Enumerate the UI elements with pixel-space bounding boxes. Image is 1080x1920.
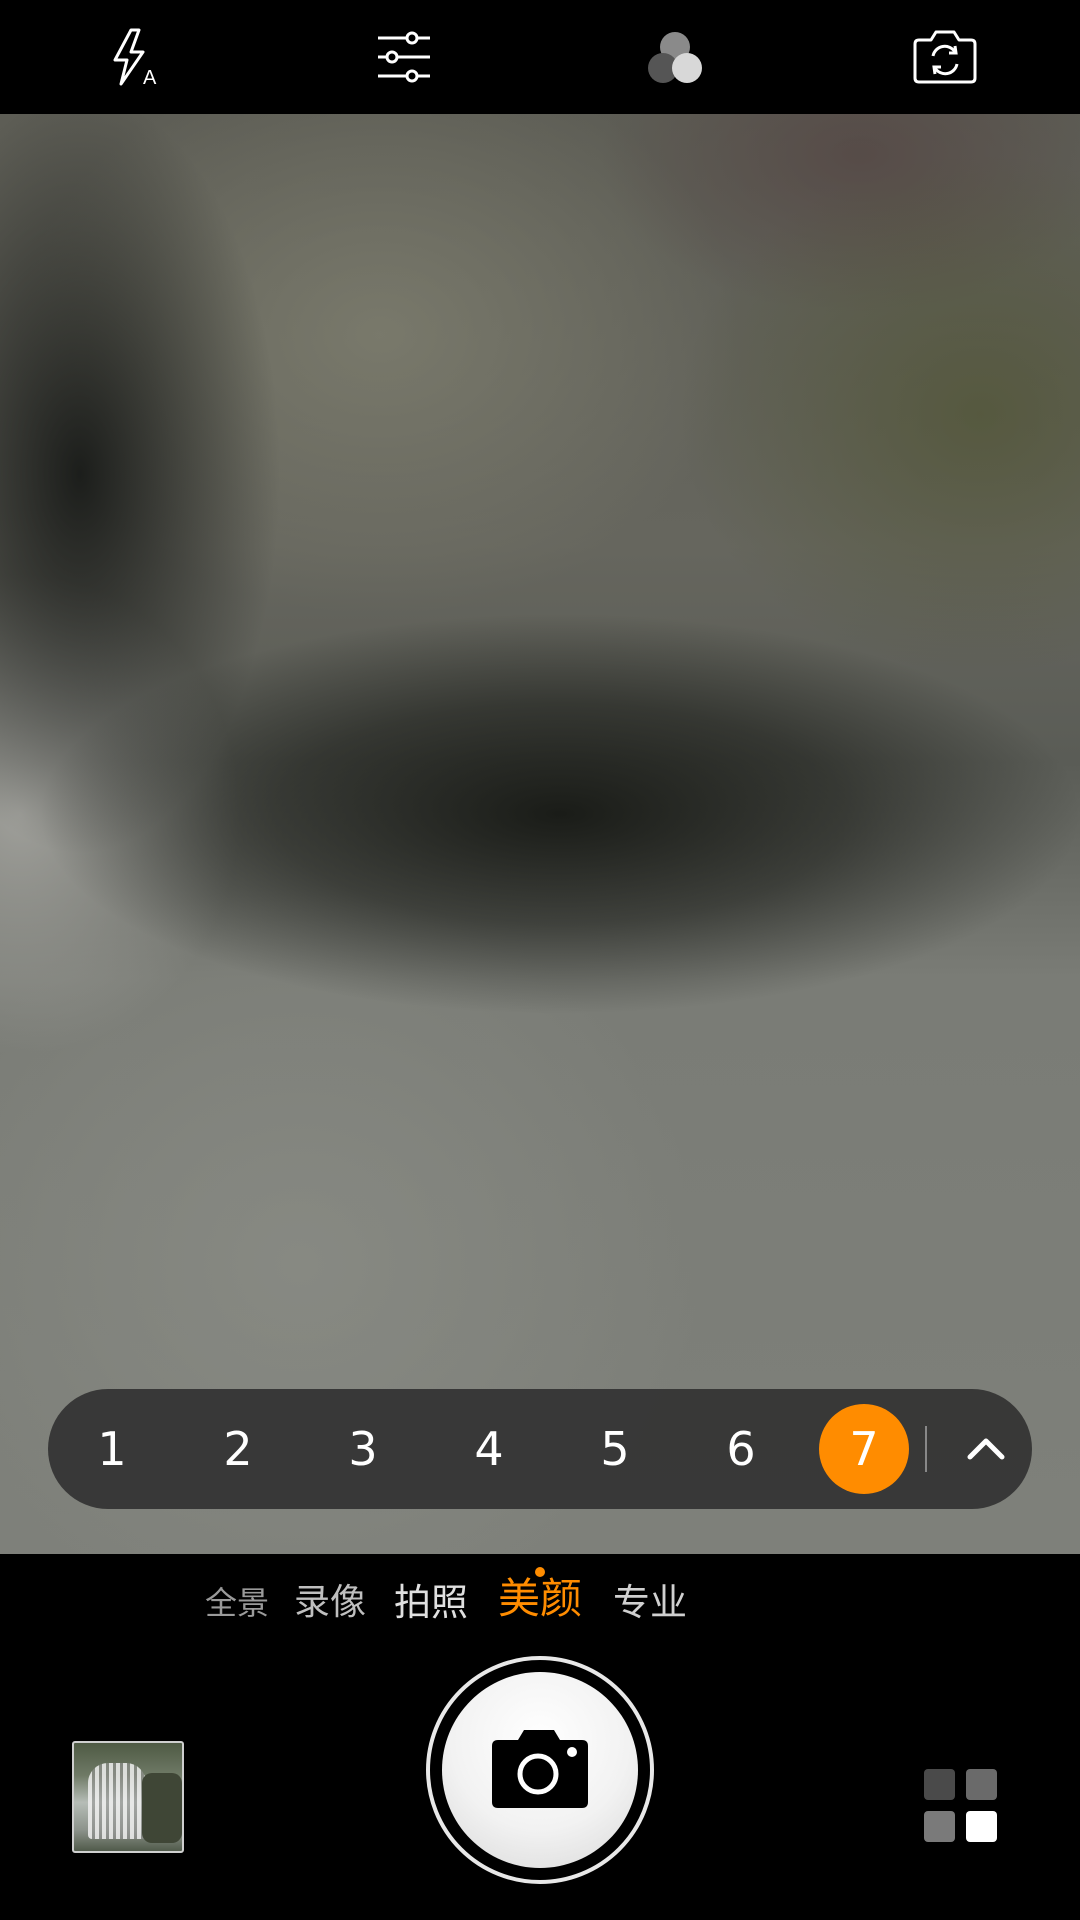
shutter-button[interactable] — [442, 1672, 638, 1868]
grid-icon-cell — [966, 1811, 997, 1842]
camera-switch-icon — [913, 30, 977, 84]
mode-video[interactable]: 录像 — [294, 1578, 366, 1628]
beauty-level-4[interactable]: 4 — [444, 1404, 534, 1494]
mode-photo[interactable]: 拍照 — [394, 1578, 468, 1628]
filter-circles-icon — [648, 32, 702, 83]
grid-icon-cell — [924, 1769, 955, 1800]
chevron-up-icon — [967, 1438, 1005, 1460]
settings-button[interactable] — [368, 22, 440, 94]
beauty-level-7-selected[interactable]: 7 — [819, 1404, 909, 1494]
thumbnail-rock — [142, 1773, 182, 1843]
mode-panorama[interactable]: 全景 — [205, 1578, 269, 1628]
level-divider — [925, 1426, 927, 1472]
mode-beauty[interactable]: 美颜 — [498, 1574, 582, 1624]
beauty-level-5[interactable]: 5 — [570, 1404, 660, 1494]
sliders-icon — [378, 31, 430, 83]
flash-auto-button[interactable]: A — [97, 22, 169, 94]
filter-button[interactable] — [639, 22, 711, 94]
thumbnail-waterfall — [88, 1763, 146, 1839]
switch-camera-button[interactable] — [909, 22, 981, 94]
grid-icon-cell — [924, 1811, 955, 1842]
beauty-level-1[interactable]: 1 — [67, 1404, 157, 1494]
flash-auto-badge: A — [143, 67, 157, 89]
more-modes-button[interactable] — [924, 1769, 998, 1843]
beauty-level-3[interactable]: 3 — [318, 1404, 408, 1494]
mode-pro[interactable]: 专业 — [613, 1578, 687, 1628]
flash-auto-icon: A — [113, 28, 157, 89]
top-toolbar: A — [0, 0, 1080, 114]
expand-levels-button[interactable] — [956, 1419, 1016, 1479]
camera-viewfinder[interactable] — [0, 114, 1080, 1554]
beauty-level-2[interactable]: 2 — [193, 1404, 283, 1494]
grid-icon-cell — [966, 1769, 997, 1800]
camera-icon — [492, 1730, 588, 1808]
beauty-level-6[interactable]: 6 — [696, 1404, 786, 1494]
gallery-thumbnail[interactable] — [72, 1741, 184, 1853]
beauty-level-selector: 1 2 3 4 5 6 7 — [48, 1389, 1032, 1509]
